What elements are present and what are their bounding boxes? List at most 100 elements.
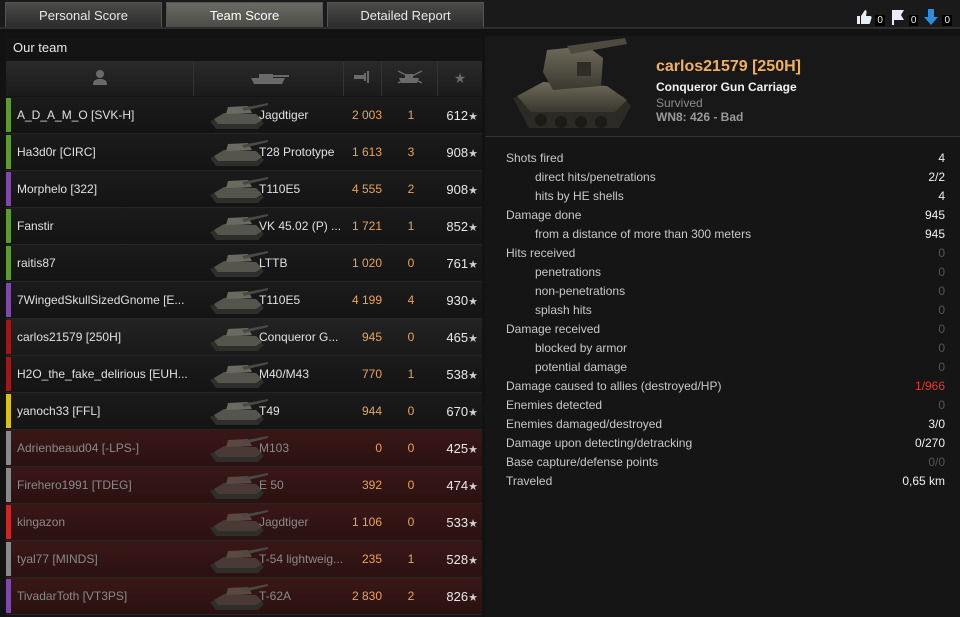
star-icon: ★ [468,296,478,308]
xp-number: 425 [446,441,469,456]
platoon-color-bar [6,209,11,243]
xp-value: 474★ [438,478,478,493]
damage-value: 1 613 [351,145,382,159]
tank-name: Jagdtiger [259,108,309,122]
stat-label: Shots fired [506,151,564,165]
player-name: Fanstir [17,219,54,233]
damage-value: 770 [361,367,382,381]
stat-value: 0,65 km [902,474,945,488]
platoon-color-bar [6,468,11,502]
stat-row: potential damage 0 [505,358,945,377]
star-icon: ★ [468,222,478,234]
player-row[interactable]: H2O_the_fake_delirious [EUH... M40/M43 770… [6,356,482,393]
player-row[interactable]: tyal77 [MINDS] T-54 lightweig... 235 1 528★ [6,541,482,578]
team-panel: Our team ★ A_D_A_M_O [SVK-H] Jagdtiger 2 0… [6,38,482,617]
down-arrow-icon[interactable] [922,8,940,26]
stat-row: Shots fired 4 [505,149,945,168]
xp-value: 761★ [438,256,478,271]
stat-label: splash hits [535,303,592,317]
xp-value: 826★ [438,589,478,604]
like-count: 0 [875,15,885,26]
platoon-color-bar [6,135,11,169]
xp-number: 528 [446,552,469,567]
column-xp[interactable]: ★ [438,61,482,96]
stat-value: 945 [924,208,945,222]
stat-row: splash hits 0 [505,301,945,320]
team-title: Our team [13,40,68,55]
damage-value: 1 020 [351,256,382,270]
column-player[interactable] [6,61,194,96]
player-name: raitis87 [17,256,56,270]
xp-number: 538 [446,367,469,382]
tank-name: Conqueror G... [259,330,339,344]
player-row[interactable]: Morphelo [322] T110E5 4 555 2 908★ [6,171,482,208]
platoon-color-bar [6,394,11,428]
stat-value: 0 [938,398,945,412]
stat-row: Damage caused to allies (destroyed/HP) 1/… [505,377,945,396]
player-name: H2O_the_fake_delirious [EUH... [17,367,188,381]
xp-number: 761 [446,256,469,271]
player-row[interactable]: raitis87 LTTB 1 020 0 761★ [6,245,482,282]
xp-number: 908 [446,145,469,160]
column-frags[interactable] [382,61,438,96]
stat-value: 0 [938,322,945,336]
player-row[interactable]: yanoch33 [FFL] T49 944 0 670★ [6,393,482,430]
stat-row: Damage received 0 [505,320,945,339]
stat-label: non-penetrations [535,284,626,298]
star-icon: ★ [468,259,478,271]
player-row[interactable]: A_D_A_M_O [SVK-H] Jagdtiger 2 003 1 612★ [6,97,482,134]
xp-value: 908★ [438,145,478,160]
platoon-color-bar [6,357,11,391]
tank-name: T-54 lightweig... [259,552,344,566]
stat-label: Enemies damaged/destroyed [506,417,663,431]
star-icon: ★ [468,333,478,345]
kills-value: 1 [407,219,415,233]
tank-name: M103 [259,441,290,455]
player-row[interactable]: carlos21579 [250H] Conqueror G... 945 0 465★ [6,319,482,356]
xp-value: 533★ [438,515,478,530]
stat-label: direct hits/penetrations [535,170,656,184]
xp-number: 670 [446,404,469,419]
xp-value: 670★ [438,404,478,419]
player-tank-name: Conqueror Gun Carriage [656,80,797,94]
stat-label: Enemies detected [506,398,603,412]
damage-value: 235 [361,552,382,566]
player-row[interactable]: Fanstir VK 45.02 (P) ... 1 721 1 852★ [6,208,482,245]
tab-team-score[interactable]: Team Score [166,2,323,27]
player-name: yanoch33 [FFL] [17,404,101,418]
player-row[interactable]: 7WingedSkullSizedGnome [E... T110E5 4 199 4… [6,282,482,319]
damage-value: 944 [361,404,382,418]
stat-row: blocked by armor 0 [505,339,945,358]
player-row[interactable]: Ha3d0r [CIRC] T28 Prototype 1 613 3 908★ [6,134,482,171]
star-icon: ★ [468,111,478,123]
player-name: Firehero1991 [TDEG] [17,478,132,492]
player-row[interactable]: Adrienbeaud04 [-LPS-] M103 0 0 425★ [6,430,482,467]
column-damage[interactable] [344,61,382,96]
player-row[interactable]: TivadarToth [VT3PS] T-62A 2 830 2 826★ [6,578,482,615]
tab-divider [0,27,960,29]
damage-value: 1 721 [351,219,382,233]
stat-value: 0 [938,265,945,279]
stat-row: penetrations 0 [505,263,945,282]
kills-value: 4 [407,293,415,307]
stat-label: potential damage [535,360,628,374]
player-name: Ha3d0r [CIRC] [17,145,96,159]
tab-detailed-report[interactable]: Detailed Report [327,2,484,27]
stat-label: Base capture/defense points [506,455,659,469]
star-icon: ★ [468,407,478,419]
column-tank[interactable] [194,61,344,96]
thumbs-up-icon[interactable] [855,8,873,26]
tab-personal-score[interactable]: Personal Score [5,2,162,27]
kills-value: 0 [407,404,415,418]
flag-icon[interactable] [889,8,907,26]
damage-value: 4 199 [351,293,382,307]
player-row[interactable]: kingazon Jagdtiger 1 106 0 533★ [6,504,482,541]
player-row[interactable]: Firehero1991 [TDEG] E 50 392 0 474★ [6,467,482,504]
player-wn8: WN8: 426 - Bad [656,110,744,124]
kills-value: 3 [407,145,415,159]
tank-name: T110E5 [259,293,301,307]
tab-bar: Personal Score Team Score Detailed Repor… [0,0,960,28]
platoon-color-bar [6,542,11,576]
platoon-color-bar [6,283,11,317]
xp-value: 538★ [438,367,478,382]
